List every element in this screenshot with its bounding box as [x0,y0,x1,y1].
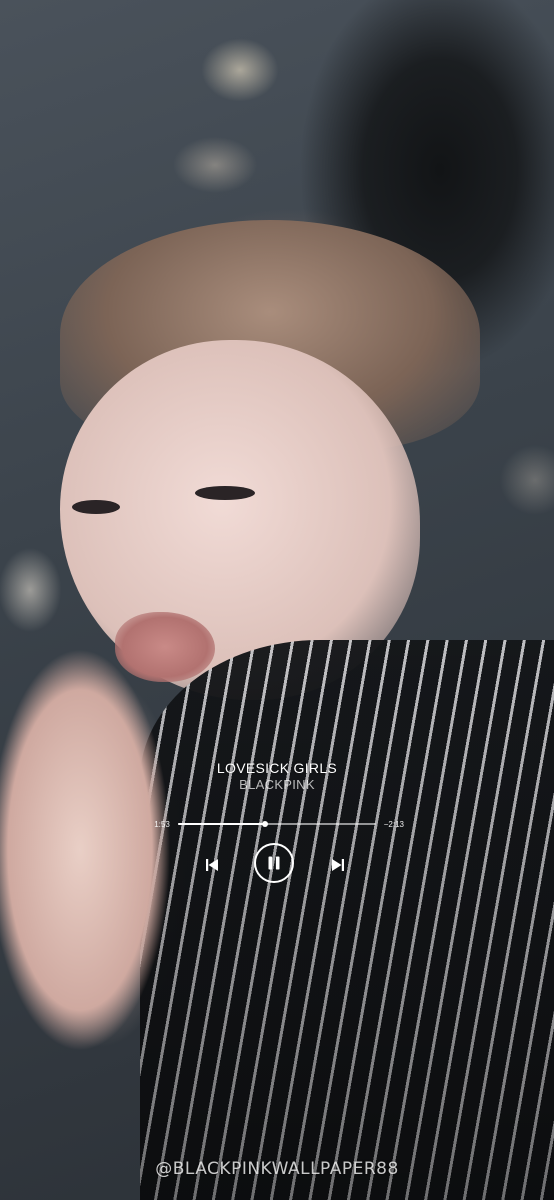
skip-previous-icon [206,859,218,871]
pause-button[interactable] [254,843,294,883]
next-button[interactable] [328,855,348,875]
elapsed-time: 1:53 [154,819,170,829]
lockscreen-music-player: LOVESICK GIRLS BLACKPINK 1:53 −2:13 [150,760,404,889]
pause-icon [268,856,280,870]
hand [0,650,170,1070]
watermark-handle: @BLACKPINKWALLPAPER88 [155,1159,399,1179]
song-title: LOVESICK GIRLS [216,760,338,776]
progress-thumb[interactable] [262,821,269,827]
previous-button[interactable] [202,855,222,875]
remaining-time: −2:13 [383,819,404,829]
playback-controls [150,841,404,889]
artist-name: BLACKPINK [239,777,315,792]
skip-next-icon [332,859,344,871]
jacket-shadow [140,640,554,1200]
left-eye [72,500,120,514]
progress-bar[interactable] [178,821,376,827]
progress-row: 1:53 −2:13 [150,817,404,831]
progress-fill [178,823,266,825]
right-eye [195,486,255,500]
